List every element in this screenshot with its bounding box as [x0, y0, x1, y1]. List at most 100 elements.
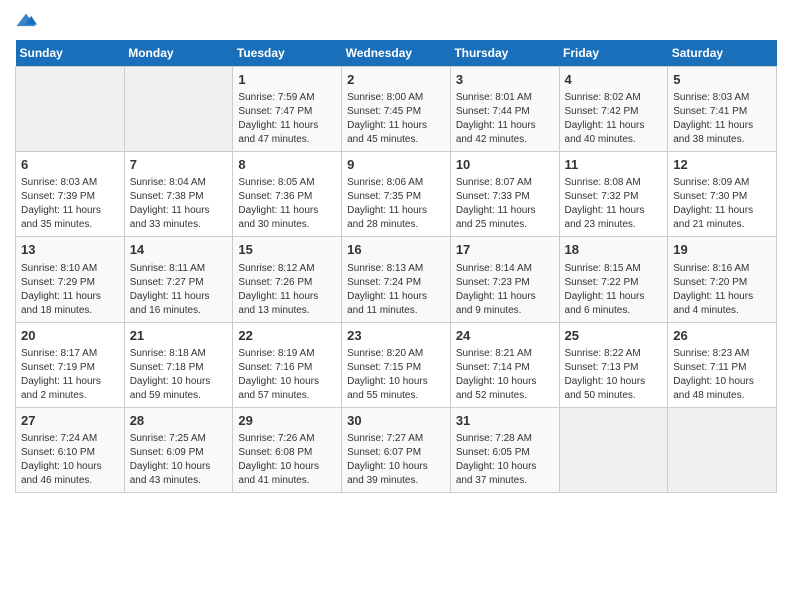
- weekday-header-monday: Monday: [124, 40, 233, 67]
- day-number: 12: [673, 156, 771, 174]
- day-info: Sunrise: 8:22 AM Sunset: 7:13 PM Dayligh…: [565, 347, 663, 403]
- calendar-cell: 5Sunrise: 8:03 AM Sunset: 7:41 PM Daylig…: [668, 67, 777, 152]
- calendar-cell: 24 Sunrise: 8:21 AM Sunset: 7:14 PM Dayli…: [450, 322, 559, 407]
- day-info: Sunrise: 8:05 AM Sunset: 7:36 PM Dayligh…: [238, 176, 336, 232]
- calendar-cell: 6 Sunrise: 8:03 AM Sunset: 7:39 PM Daylig…: [16, 152, 125, 237]
- calendar-cell: 16 Sunrise: 8:13 AM Sunset: 7:24 PM Dayli…: [342, 237, 451, 322]
- calendar-week-3: 13 Sunrise: 8:10 AM Sunset: 7:29 PM Dayli…: [16, 237, 777, 322]
- calendar-cell: 15 Sunrise: 8:12 AM Sunset: 7:26 PM Dayli…: [233, 237, 342, 322]
- day-info: Sunrise: 8:20 AM Sunset: 7:15 PM Dayligh…: [347, 347, 445, 403]
- day-number: 16: [347, 241, 445, 259]
- calendar-week-5: 27Sunrise: 7:24 AM Sunset: 6:10 PM Dayli…: [16, 407, 777, 492]
- day-info: Sunrise: 7:26 AM Sunset: 6:08 PM Dayligh…: [238, 432, 336, 488]
- weekday-header-wednesday: Wednesday: [342, 40, 451, 67]
- day-info: Sunrise: 8:08 AM Sunset: 7:32 PM Dayligh…: [565, 176, 663, 232]
- day-info: Sunrise: 8:07 AM Sunset: 7:33 PM Dayligh…: [456, 176, 554, 232]
- calendar-cell: 11 Sunrise: 8:08 AM Sunset: 7:32 PM Dayli…: [559, 152, 668, 237]
- weekday-header-friday: Friday: [559, 40, 668, 67]
- day-info: Sunrise: 7:27 AM Sunset: 6:07 PM Dayligh…: [347, 432, 445, 488]
- day-number: 3: [456, 71, 554, 89]
- day-info: Sunrise: 8:01 AM Sunset: 7:44 PM Dayligh…: [456, 91, 554, 147]
- calendar-cell: 28 Sunrise: 7:25 AM Sunset: 6:09 PM Dayli…: [124, 407, 233, 492]
- day-number: 1: [238, 71, 336, 89]
- calendar-cell: 25Sunrise: 8:22 AM Sunset: 7:13 PM Dayli…: [559, 322, 668, 407]
- day-info: Sunrise: 8:10 AM Sunset: 7:29 PM Dayligh…: [21, 262, 119, 318]
- day-info: Sunrise: 8:12 AM Sunset: 7:26 PM Dayligh…: [238, 262, 336, 318]
- calendar-week-4: 20Sunrise: 8:17 AM Sunset: 7:19 PM Dayli…: [16, 322, 777, 407]
- day-number: 24: [456, 327, 554, 345]
- day-number: 11: [565, 156, 663, 174]
- day-info: Sunrise: 8:15 AM Sunset: 7:22 PM Dayligh…: [565, 262, 663, 318]
- calendar-cell: [668, 407, 777, 492]
- calendar-cell: [559, 407, 668, 492]
- day-info: Sunrise: 8:19 AM Sunset: 7:16 PM Dayligh…: [238, 347, 336, 403]
- calendar-cell: 30Sunrise: 7:27 AM Sunset: 6:07 PM Dayli…: [342, 407, 451, 492]
- day-info: Sunrise: 8:09 AM Sunset: 7:30 PM Dayligh…: [673, 176, 771, 232]
- day-number: 23: [347, 327, 445, 345]
- day-info: Sunrise: 8:11 AM Sunset: 7:27 PM Dayligh…: [130, 262, 228, 318]
- day-number: 22: [238, 327, 336, 345]
- calendar-cell: 22 Sunrise: 8:19 AM Sunset: 7:16 PM Dayli…: [233, 322, 342, 407]
- calendar-cell: 26Sunrise: 8:23 AM Sunset: 7:11 PM Dayli…: [668, 322, 777, 407]
- day-number: 14: [130, 241, 228, 259]
- day-number: 6: [21, 156, 119, 174]
- day-info: Sunrise: 8:04 AM Sunset: 7:38 PM Dayligh…: [130, 176, 228, 232]
- day-number: 10: [456, 156, 554, 174]
- day-number: 8: [238, 156, 336, 174]
- calendar-cell: 9 Sunrise: 8:06 AM Sunset: 7:35 PM Daylig…: [342, 152, 451, 237]
- weekday-header-saturday: Saturday: [668, 40, 777, 67]
- weekday-header-thursday: Thursday: [450, 40, 559, 67]
- calendar-cell: 18 Sunrise: 8:15 AM Sunset: 7:22 PM Dayli…: [559, 237, 668, 322]
- calendar-cell: 10 Sunrise: 8:07 AM Sunset: 7:33 PM Dayli…: [450, 152, 559, 237]
- day-number: 20: [21, 327, 119, 345]
- day-info: Sunrise: 7:25 AM Sunset: 6:09 PM Dayligh…: [130, 432, 228, 488]
- day-info: Sunrise: 8:16 AM Sunset: 7:20 PM Dayligh…: [673, 262, 771, 318]
- calendar-cell: 7 Sunrise: 8:04 AM Sunset: 7:38 PM Daylig…: [124, 152, 233, 237]
- calendar-cell: 13 Sunrise: 8:10 AM Sunset: 7:29 PM Dayli…: [16, 237, 125, 322]
- calendar-table: SundayMondayTuesdayWednesdayThursdayFrid…: [15, 40, 777, 493]
- calendar-cell: 14 Sunrise: 8:11 AM Sunset: 7:27 PM Dayli…: [124, 237, 233, 322]
- calendar-cell: 20Sunrise: 8:17 AM Sunset: 7:19 PM Dayli…: [16, 322, 125, 407]
- day-info: Sunrise: 8:02 AM Sunset: 7:42 PM Dayligh…: [565, 91, 663, 147]
- weekday-header-sunday: Sunday: [16, 40, 125, 67]
- day-info: Sunrise: 7:28 AM Sunset: 6:05 PM Dayligh…: [456, 432, 554, 488]
- calendar-cell: 17Sunrise: 8:14 AM Sunset: 7:23 PM Dayli…: [450, 237, 559, 322]
- weekday-header-row: SundayMondayTuesdayWednesdayThursdayFrid…: [16, 40, 777, 67]
- calendar-header: SundayMondayTuesdayWednesdayThursdayFrid…: [16, 40, 777, 67]
- day-info: Sunrise: 8:21 AM Sunset: 7:14 PM Dayligh…: [456, 347, 554, 403]
- day-number: 18: [565, 241, 663, 259]
- calendar-cell: 1 Sunrise: 7:59 AM Sunset: 7:47 PM Daylig…: [233, 67, 342, 152]
- day-info: Sunrise: 8:03 AM Sunset: 7:39 PM Dayligh…: [21, 176, 119, 232]
- day-number: 5: [673, 71, 771, 89]
- calendar-cell: 2Sunrise: 8:00 AM Sunset: 7:45 PM Daylig…: [342, 67, 451, 152]
- day-number: 21: [130, 327, 228, 345]
- calendar-cell: 12 Sunrise: 8:09 AM Sunset: 7:30 PM Dayli…: [668, 152, 777, 237]
- calendar-cell: 4 Sunrise: 8:02 AM Sunset: 7:42 PM Daylig…: [559, 67, 668, 152]
- page-header: [15, 10, 777, 32]
- day-number: 7: [130, 156, 228, 174]
- day-number: 13: [21, 241, 119, 259]
- logo: [15, 10, 41, 32]
- day-info: Sunrise: 8:23 AM Sunset: 7:11 PM Dayligh…: [673, 347, 771, 403]
- calendar-cell: 27Sunrise: 7:24 AM Sunset: 6:10 PM Dayli…: [16, 407, 125, 492]
- day-info: Sunrise: 7:59 AM Sunset: 7:47 PM Dayligh…: [238, 91, 336, 147]
- calendar-cell: [124, 67, 233, 152]
- calendar-cell: 29 Sunrise: 7:26 AM Sunset: 6:08 PM Dayli…: [233, 407, 342, 492]
- day-number: 28: [130, 412, 228, 430]
- calendar-cell: 8 Sunrise: 8:05 AM Sunset: 7:36 PM Daylig…: [233, 152, 342, 237]
- logo-icon: [15, 10, 37, 32]
- day-info: Sunrise: 8:00 AM Sunset: 7:45 PM Dayligh…: [347, 91, 445, 147]
- day-number: 29: [238, 412, 336, 430]
- calendar-cell: 23 Sunrise: 8:20 AM Sunset: 7:15 PM Dayli…: [342, 322, 451, 407]
- calendar-body: 1 Sunrise: 7:59 AM Sunset: 7:47 PM Daylig…: [16, 67, 777, 493]
- calendar-cell: 21 Sunrise: 8:18 AM Sunset: 7:18 PM Dayli…: [124, 322, 233, 407]
- day-info: Sunrise: 8:13 AM Sunset: 7:24 PM Dayligh…: [347, 262, 445, 318]
- day-number: 17: [456, 241, 554, 259]
- day-number: 31: [456, 412, 554, 430]
- day-number: 15: [238, 241, 336, 259]
- day-number: 4: [565, 71, 663, 89]
- day-info: Sunrise: 8:18 AM Sunset: 7:18 PM Dayligh…: [130, 347, 228, 403]
- calendar-cell: 31 Sunrise: 7:28 AM Sunset: 6:05 PM Dayli…: [450, 407, 559, 492]
- day-info: Sunrise: 8:06 AM Sunset: 7:35 PM Dayligh…: [347, 176, 445, 232]
- day-number: 9: [347, 156, 445, 174]
